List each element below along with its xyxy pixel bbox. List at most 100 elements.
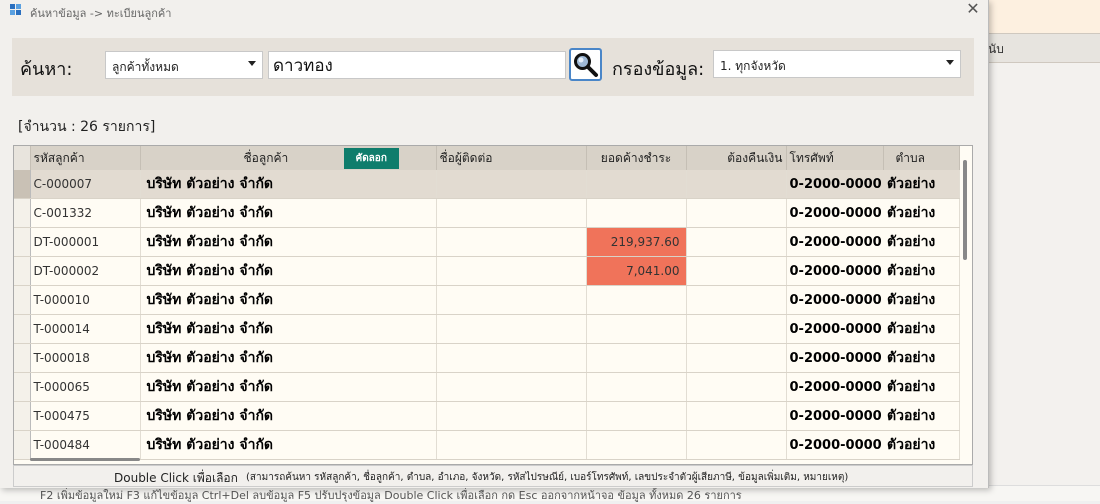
table-row[interactable]: T-000475 บริษัท ตัวอย่าง จำกัด 0-2000-0000…: [14, 401, 960, 431]
scope-dropdown[interactable]: ลูกค้าทั้งหมด: [105, 51, 263, 79]
cell-subdistrict[interactable]: ตัวอย่าง: [883, 170, 960, 199]
cell-contact[interactable]: [436, 227, 587, 257]
cell-balance[interactable]: [586, 430, 687, 460]
cell-refund[interactable]: [686, 430, 787, 460]
cell-code[interactable]: C-001332: [30, 198, 141, 228]
cell-contact[interactable]: [436, 256, 587, 286]
cell-code[interactable]: DT-000001: [30, 227, 141, 257]
cell-code[interactable]: T-000018: [30, 343, 141, 373]
cell-phone[interactable]: 0-2000-0000: [786, 170, 883, 199]
cell-contact[interactable]: [436, 430, 587, 460]
row-indicator[interactable]: [14, 227, 31, 257]
cell-balance[interactable]: [586, 372, 687, 402]
table-row[interactable]: DT-000001 บริษัท ตัวอย่าง จำกัด 219,937.60…: [14, 227, 960, 257]
cell-balance[interactable]: [586, 401, 687, 431]
cell-refund[interactable]: [686, 198, 787, 228]
cell-name[interactable]: บริษัท ตัวอย่าง จำกัด: [140, 256, 437, 286]
row-indicator[interactable]: [14, 256, 31, 286]
cell-refund[interactable]: [686, 256, 787, 286]
cell-code[interactable]: T-000010: [30, 285, 141, 315]
cell-phone[interactable]: 0-2000-0000: [786, 285, 883, 315]
cell-contact[interactable]: [436, 170, 587, 199]
cell-subdistrict[interactable]: ตัวอย่าง: [883, 227, 960, 257]
cell-balance[interactable]: 7,041.00: [586, 256, 687, 286]
col-header-subdistrict[interactable]: ตำบล: [883, 146, 960, 170]
row-indicator[interactable]: [14, 314, 31, 344]
cell-refund[interactable]: [686, 314, 787, 344]
col-header-phone[interactable]: โทรศัพท์: [786, 146, 884, 170]
cell-subdistrict[interactable]: ตัวอย่าง: [883, 314, 960, 344]
cell-name[interactable]: บริษัท ตัวอย่าง จำกัด: [140, 198, 437, 228]
table-row[interactable]: T-000018 บริษัท ตัวอย่าง จำกัด 0-2000-0000…: [14, 343, 960, 373]
row-indicator[interactable]: [14, 430, 31, 460]
cell-name[interactable]: บริษัท ตัวอย่าง จำกัด: [140, 343, 437, 373]
cell-contact[interactable]: [436, 401, 587, 431]
cell-balance[interactable]: [586, 198, 687, 228]
cell-code[interactable]: DT-000002: [30, 256, 141, 286]
cell-refund[interactable]: [686, 227, 787, 257]
cell-contact[interactable]: [436, 314, 587, 344]
search-button[interactable]: [569, 48, 602, 81]
cell-code[interactable]: T-000475: [30, 401, 141, 431]
cell-code[interactable]: T-000484: [30, 430, 141, 460]
copy-button[interactable]: คัดลอก: [343, 147, 399, 169]
cell-subdistrict[interactable]: ตัวอย่าง: [883, 285, 960, 315]
cell-phone[interactable]: 0-2000-0000: [786, 401, 883, 431]
cell-refund[interactable]: [686, 285, 787, 315]
cell-contact[interactable]: [436, 285, 587, 315]
col-header-refund[interactable]: ต้องคืนเงิน: [686, 146, 787, 170]
cell-contact[interactable]: [436, 343, 587, 373]
cell-name[interactable]: บริษัท ตัวอย่าง จำกัด: [140, 227, 437, 257]
cell-refund[interactable]: [686, 401, 787, 431]
cell-balance[interactable]: 219,937.60: [586, 227, 687, 257]
cell-balance[interactable]: [586, 343, 687, 373]
cell-phone[interactable]: 0-2000-0000: [786, 227, 883, 257]
cell-name[interactable]: บริษัท ตัวอย่าง จำกัด: [140, 314, 437, 344]
cell-subdistrict[interactable]: ตัวอย่าง: [883, 343, 960, 373]
cell-subdistrict[interactable]: ตัวอย่าง: [883, 430, 960, 460]
col-header-name[interactable]: ชื่อลูกค้า คัดลอก: [140, 146, 437, 170]
cell-subdistrict[interactable]: ตัวอย่าง: [883, 372, 960, 402]
cell-subdistrict[interactable]: ตัวอย่าง: [883, 401, 960, 431]
table-row[interactable]: C-001332 บริษัท ตัวอย่าง จำกัด 0-2000-0000…: [14, 198, 960, 228]
table-row[interactable]: T-000065 บริษัท ตัวอย่าง จำกัด 0-2000-0000…: [14, 372, 960, 402]
horizontal-scrollbar[interactable]: [30, 458, 140, 461]
cell-refund[interactable]: [686, 170, 787, 199]
cell-code[interactable]: T-000014: [30, 314, 141, 344]
row-indicator[interactable]: [14, 343, 31, 373]
cell-phone[interactable]: 0-2000-0000: [786, 256, 883, 286]
cell-phone[interactable]: 0-2000-0000: [786, 314, 883, 344]
col-header-code[interactable]: รหัสลูกค้า: [30, 146, 141, 170]
table-row[interactable]: DT-000002 บริษัท ตัวอย่าง จำกัด 7,041.00 0-…: [14, 256, 960, 286]
cell-subdistrict[interactable]: ตัวอย่าง: [883, 198, 960, 228]
cell-refund[interactable]: [686, 372, 787, 402]
cell-phone[interactable]: 0-2000-0000: [786, 430, 883, 460]
cell-subdistrict[interactable]: ตัวอย่าง: [883, 256, 960, 286]
table-row[interactable]: T-000014 บริษัท ตัวอย่าง จำกัด 0-2000-0000…: [14, 314, 960, 344]
row-indicator[interactable]: [14, 372, 31, 402]
col-header-contact[interactable]: ชื่อผู้ติดต่อ: [436, 146, 587, 170]
close-icon[interactable]: ✕: [962, 0, 984, 20]
row-indicator[interactable]: [14, 401, 31, 431]
cell-code[interactable]: T-000065: [30, 372, 141, 402]
search-input[interactable]: [268, 51, 566, 79]
row-indicator[interactable]: [14, 285, 31, 315]
cell-name[interactable]: บริษัท ตัวอย่าง จำกัด: [140, 170, 437, 199]
table-row[interactable]: T-000010 บริษัท ตัวอย่าง จำกัด 0-2000-0000…: [14, 285, 960, 315]
cell-phone[interactable]: 0-2000-0000: [786, 343, 883, 373]
cell-balance[interactable]: [586, 170, 687, 199]
cell-phone[interactable]: 0-2000-0000: [786, 372, 883, 402]
cell-name[interactable]: บริษัท ตัวอย่าง จำกัด: [140, 430, 437, 460]
cell-balance[interactable]: [586, 285, 687, 315]
table-row[interactable]: C-000007 บริษัท ตัวอย่าง จำกัด 0-2000-0000…: [14, 170, 960, 199]
cell-name[interactable]: บริษัท ตัวอย่าง จำกัด: [140, 372, 437, 402]
cell-code[interactable]: C-000007: [30, 170, 141, 199]
filter-dropdown[interactable]: 1. ทุกจังหวัด: [713, 50, 961, 78]
cell-contact[interactable]: [436, 372, 587, 402]
row-indicator[interactable]: [14, 170, 31, 199]
cell-refund[interactable]: [686, 343, 787, 373]
cell-balance[interactable]: [586, 314, 687, 344]
col-header-balance[interactable]: ยอดค้างชำระ: [586, 146, 687, 170]
cell-phone[interactable]: 0-2000-0000: [786, 198, 883, 228]
cell-contact[interactable]: [436, 198, 587, 228]
